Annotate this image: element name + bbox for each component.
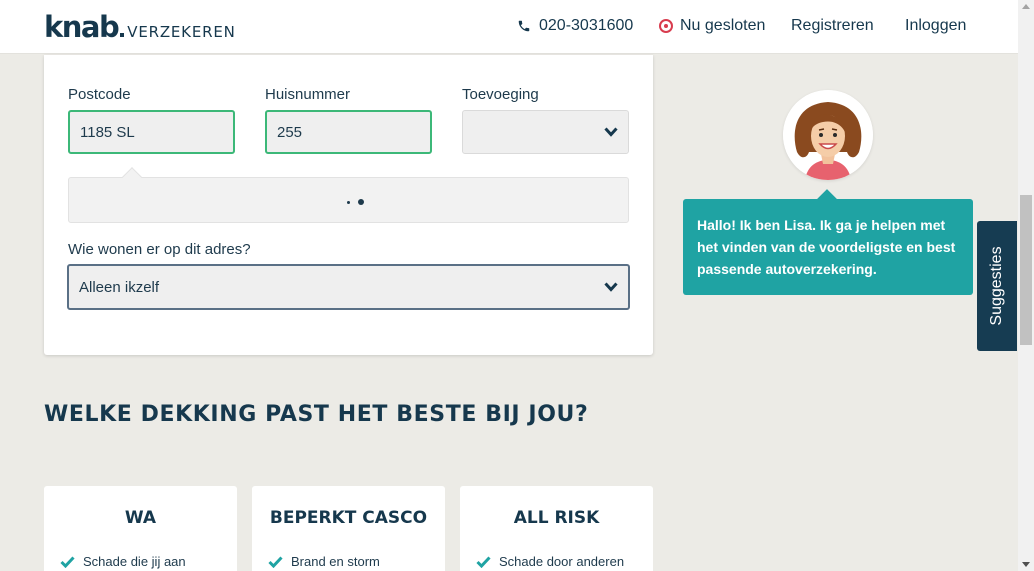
suggestions-tab[interactable]: Suggesties	[977, 221, 1017, 351]
postcode-value: 1185 SL	[80, 123, 135, 141]
coverage-feature: Schade die jij aan	[60, 554, 186, 569]
address-loader	[68, 167, 629, 223]
residents-value: Alleen ikzelf	[79, 278, 160, 296]
housenumber-label: Huisnummer	[265, 86, 351, 103]
phone-link[interactable]: 020-3031600	[517, 17, 633, 35]
scroll-up-arrow-icon[interactable]	[1022, 4, 1030, 9]
avatar-lisa	[783, 90, 873, 180]
chevron-down-icon	[604, 127, 618, 137]
address-form-card: Postcode 1185 SL Huisnummer 255 Toevoegi…	[44, 55, 653, 355]
addition-label: Toevoeging	[462, 86, 539, 103]
loader-pointer	[122, 167, 142, 187]
housenumber-value: 255	[277, 123, 303, 141]
assistant-message: Hallo! Ik ben Lisa. Ik ga je helpen met …	[683, 189, 973, 295]
loading-dot-large	[358, 199, 364, 205]
loading-dot-small	[347, 201, 350, 204]
coverage-card-beperkt-casco[interactable]: BEPERKT CASCO Brand en storm	[252, 486, 445, 571]
site-header: knab VERZEKEREN 020-3031600 Nu gesloten …	[0, 0, 1018, 54]
page-scrollbar[interactable]	[1018, 0, 1034, 571]
coverage-card-wa[interactable]: WA Schade die jij aan	[44, 486, 237, 571]
logo-subtitle: VERZEKEREN	[127, 23, 236, 41]
status-text: Nu gesloten	[680, 17, 766, 34]
coverage-heading: WELKE DEKKING PAST HET BESTE BIJ JOU?	[44, 402, 589, 427]
scroll-thumb[interactable]	[1020, 195, 1032, 345]
phone-icon	[518, 20, 530, 32]
coverage-card-all-risk[interactable]: ALL RISK Schade door anderen	[460, 486, 653, 571]
register-link[interactable]: Registreren	[791, 17, 874, 35]
residents-label: Wie wonen er op dit adres?	[68, 241, 251, 258]
coverage-title: WA	[124, 508, 157, 528]
residents-select[interactable]: Alleen ikzelf	[67, 264, 630, 310]
scroll-down-arrow-icon[interactable]	[1022, 562, 1030, 567]
postcode-input[interactable]: 1185 SL	[68, 110, 235, 154]
suggestions-label: Suggesties	[988, 246, 1005, 326]
opening-status: Nu gesloten	[659, 17, 765, 35]
addition-select[interactable]	[462, 110, 629, 154]
chevron-down-icon	[604, 282, 618, 292]
check-icon	[268, 555, 283, 568]
coverage-feature-text: Schade die jij aan	[83, 554, 186, 569]
lisa-illustration	[783, 90, 873, 180]
check-icon	[60, 555, 75, 568]
coverage-feature: Brand en storm	[268, 554, 380, 569]
assistant-message-text: Hallo! Ik ben Lisa. Ik ga je helpen met …	[697, 217, 956, 277]
closed-status-icon	[659, 19, 673, 33]
coverage-title: ALL RISK	[513, 508, 600, 528]
phone-number: 020-3031600	[539, 17, 634, 34]
logo-wordmark: knab	[44, 10, 120, 44]
logo-dot	[120, 33, 125, 37]
coverage-feature: Schade door anderen	[476, 554, 624, 569]
bubble-pointer	[817, 189, 837, 209]
check-icon	[476, 555, 491, 568]
knab-logo[interactable]: knab VERZEKEREN	[44, 10, 236, 44]
login-link[interactable]: Inloggen	[905, 17, 966, 35]
coverage-feature-text: Brand en storm	[291, 554, 380, 569]
housenumber-input[interactable]: 255	[265, 110, 432, 154]
coverage-feature-text: Schade door anderen	[499, 554, 625, 569]
postcode-label: Postcode	[68, 86, 131, 103]
coverage-title: BEPERKT CASCO	[269, 508, 428, 528]
